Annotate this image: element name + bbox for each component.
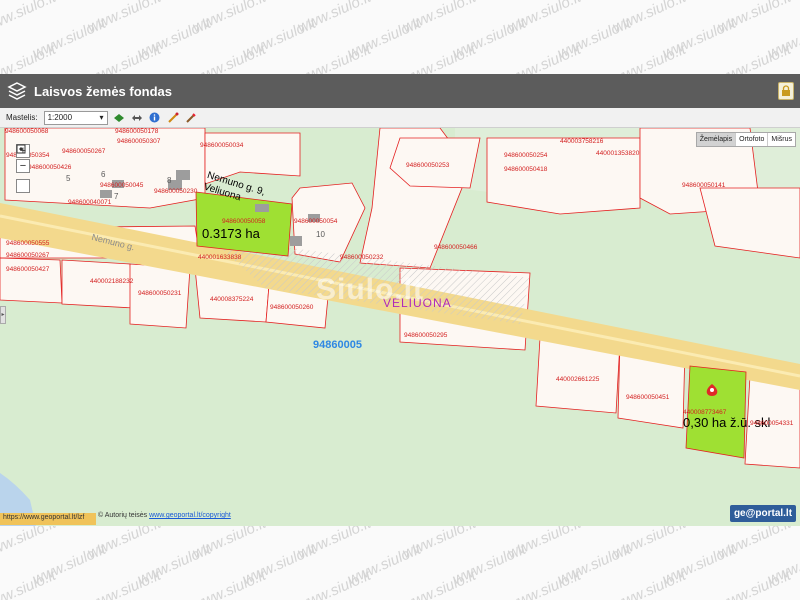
- parcel-id-label: 948600050260: [270, 304, 314, 311]
- parcel-id-label: 948600050058: [222, 218, 266, 225]
- parcel-id-label: 440003758216: [560, 138, 604, 145]
- watermark-text: www.siulo.lt: [609, 40, 689, 74]
- attribution: © Autorių teisės www.geoportal.lt/copyri…: [98, 512, 231, 519]
- parcel-id-label: 948600050307: [117, 138, 161, 145]
- building-number: 5: [66, 174, 71, 183]
- title-bar: Laisvos žemės fondas: [0, 74, 800, 108]
- watermark-text: www.siulo.lt: [84, 566, 164, 600]
- parcel-id-label: 948600040071: [68, 199, 112, 206]
- cadastral-block-id: 94860005: [313, 339, 362, 351]
- parcel-id-label: 948600050295: [404, 332, 448, 339]
- url-tag[interactable]: https://www.geoportal.lt/lzf: [0, 513, 96, 525]
- measure-icon[interactable]: [166, 111, 180, 125]
- info-icon[interactable]: [148, 111, 162, 125]
- watermark-text: www.siulo.lt: [0, 526, 59, 563]
- building-number: 7: [114, 192, 119, 201]
- watermark-text: www.siulo.lt: [609, 566, 689, 600]
- parcel-id-label: 948600050054: [294, 218, 338, 225]
- attribution-text: © Autorių teisės: [98, 512, 148, 519]
- building-number: 8: [167, 176, 172, 185]
- scale-select[interactable]: 1:2000 ▾: [43, 110, 108, 125]
- parcel-id-label: 948600050267: [62, 148, 106, 155]
- parcel-id-label: 948600050466: [434, 244, 478, 251]
- watermark-text: www.siulo.lt: [0, 0, 59, 37]
- chevron-down-icon: ▾: [99, 113, 104, 122]
- pan-arrows-icon[interactable]: [130, 111, 144, 125]
- watermark-text: www.siulo.lt: [84, 40, 164, 74]
- parcel-id-label: 948600050418: [504, 166, 548, 173]
- watermark-text: www.siulo.lt: [399, 40, 479, 74]
- zoom-controls: + −: [16, 144, 30, 193]
- center-watermark: Siulo.lt: [316, 273, 424, 306]
- parcel-id-label: 948600050141: [682, 182, 726, 189]
- building-number: 10: [316, 230, 325, 239]
- geoportal-logo[interactable]: ge@portal.lt: [730, 505, 796, 522]
- watermark-text: www.siulo.lt: [504, 40, 584, 74]
- basemap-switch: Žemėlapis Ortofoto Mišrus: [695, 132, 796, 147]
- parcel-id-label: 948600050068: [5, 128, 49, 135]
- full-extent-icon[interactable]: [16, 144, 30, 193]
- parcel-id-label: 948600050555: [6, 240, 50, 247]
- map-canvas[interactable]: Nemuno g. Nemuno g. 9, Veliuona 0.3173 h…: [0, 128, 800, 526]
- draw-icon[interactable]: [184, 111, 198, 125]
- watermark-text: www.siulo.lt: [504, 566, 584, 600]
- sidebar-toggle[interactable]: ▸: [0, 306, 6, 324]
- attribution-link[interactable]: www.geoportal.lt/copyright: [149, 512, 231, 519]
- parcel-id-label: 948600050034: [200, 142, 244, 149]
- parcel-id-label: 440001633838: [198, 254, 242, 261]
- parcel-id-label: 440008773467: [683, 409, 727, 416]
- watermark-text: www.siulo.lt: [399, 566, 479, 600]
- basemap-option-map[interactable]: Žemėlapis: [696, 133, 737, 146]
- parcel-id-label: 948600050254: [504, 152, 548, 159]
- parcel-id-label: 440002188232: [90, 278, 134, 285]
- watermark-text: www.siulo.lt: [294, 566, 374, 600]
- parcel-id-label: 440002661225: [556, 376, 600, 383]
- app-title: Laisvos žemės fondas: [34, 83, 172, 99]
- parcel-id-label: 948600050232: [340, 254, 384, 261]
- parcel-id-label: 948600050427: [6, 266, 50, 273]
- watermark-band-bottom: www.siulo.lt www.siulo.lt www.siulo.lt www.…: [0, 526, 800, 600]
- parcel-id-label: 948600050267: [6, 252, 50, 259]
- watermark-text: www.siulo.lt: [189, 40, 269, 74]
- watermark-text: www.siulo.lt: [294, 40, 374, 74]
- parcel-id-label: 948600050178: [115, 128, 159, 135]
- parcel-id-label: 948600050451: [626, 394, 670, 401]
- watermark-text: www.siulo.lt: [714, 40, 794, 74]
- parcel-id-label: 948600050230: [154, 188, 198, 195]
- parcel-id-label: 948600054331: [750, 420, 794, 427]
- building-number: 6: [101, 170, 106, 179]
- parcel-id-label: 440001353820: [596, 150, 640, 157]
- basemap-option-ortho[interactable]: Ortofoto: [736, 133, 769, 146]
- watermark-text: www.siulo.lt: [189, 566, 269, 600]
- map-toolbar: Mastelis: 1:2000 ▾: [0, 108, 800, 128]
- scale-value: 1:2000: [47, 113, 73, 122]
- layers-icon[interactable]: [6, 80, 28, 102]
- zoom-out-button[interactable]: −: [16, 159, 30, 173]
- watermark-band-top: www.siulo.lt www.siulo.lt www.siulo.lt www.…: [0, 0, 800, 74]
- basemap-option-mixed[interactable]: Mišrus: [768, 133, 795, 146]
- parcel-id-label: 948600050253: [406, 162, 450, 169]
- scale-label: Mastelis:: [6, 113, 38, 122]
- parcel-id-label: 948600050045: [100, 182, 144, 189]
- watermark-text: www.siulo.lt: [714, 566, 794, 600]
- area-label-1: 0.3173 ha: [202, 226, 260, 241]
- layer-tool-icon[interactable]: [112, 111, 126, 125]
- lock-icon[interactable]: [778, 82, 794, 100]
- parcel-id-label: 948600050426: [28, 164, 72, 171]
- parcel-id-label: 440008375224: [210, 296, 254, 303]
- parcel-id-label: 948600050231: [138, 290, 182, 297]
